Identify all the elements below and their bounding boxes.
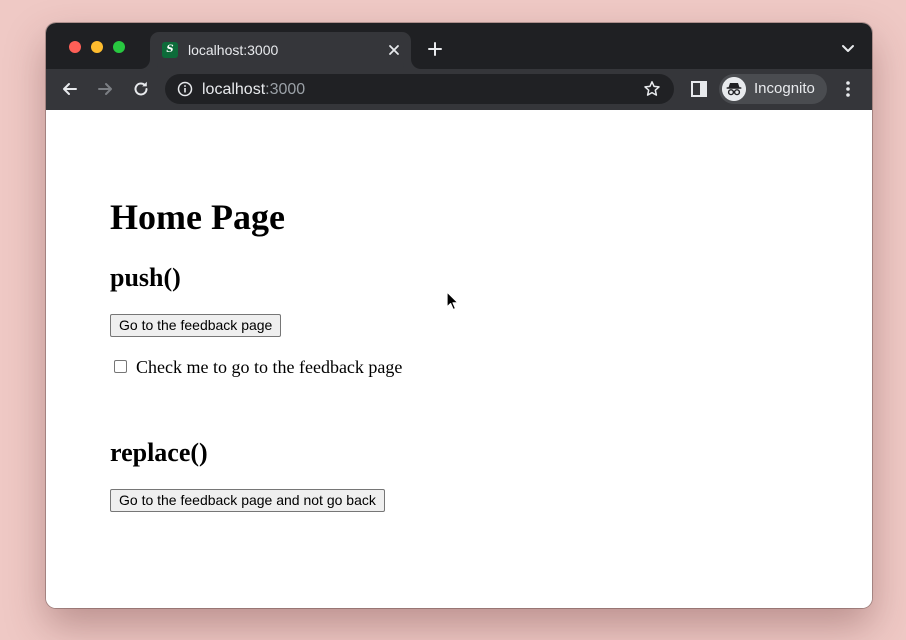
page-content: Home Page push() Go to the feedback page…	[46, 110, 872, 608]
browser-window: S localhost:3000 localhost:3000 Incognit…	[46, 23, 872, 608]
close-icon[interactable]	[387, 43, 401, 57]
tab-localhost[interactable]: S localhost:3000	[150, 32, 411, 69]
kebab-menu-icon[interactable]	[838, 79, 858, 99]
push-feedback-button[interactable]: Go to the feedback page	[110, 314, 282, 337]
url-port: :3000	[265, 81, 306, 98]
replace-heading: replace()	[110, 438, 208, 467]
browser-toolbar: localhost:3000 Incognito	[46, 69, 872, 111]
incognito-profile-button[interactable]: Incognito	[719, 74, 827, 104]
incognito-label: Incognito	[754, 80, 815, 97]
forward-arrow-icon[interactable]	[95, 79, 115, 99]
page-title: Home Page	[110, 197, 285, 237]
star-icon[interactable]	[643, 80, 661, 98]
feedback-checkbox-label[interactable]: Check me to go to the feedback page	[136, 357, 402, 377]
url-text: localhost:3000	[202, 80, 305, 99]
reload-icon[interactable]	[131, 79, 151, 99]
back-arrow-icon[interactable]	[60, 79, 80, 99]
mouse-pointer-icon	[446, 291, 459, 311]
plus-icon[interactable]	[427, 41, 443, 57]
incognito-icon	[722, 77, 746, 101]
chevron-down-icon[interactable]	[841, 44, 855, 54]
info-icon[interactable]	[177, 81, 193, 97]
feedback-checkbox[interactable]	[114, 360, 127, 373]
replace-feedback-button[interactable]: Go to the feedback page and not go back	[110, 489, 385, 512]
maximize-window-button[interactable]	[113, 41, 125, 53]
push-heading: push()	[110, 263, 181, 292]
close-window-button[interactable]	[69, 41, 81, 53]
address-bar[interactable]: localhost:3000	[165, 74, 674, 104]
url-host: localhost	[202, 81, 266, 98]
site-favicon-icon: S	[162, 42, 178, 58]
tab-title: localhost:3000	[188, 42, 279, 58]
tab-strip: S localhost:3000	[46, 23, 872, 69]
side-panel-icon[interactable]	[689, 79, 709, 99]
minimize-window-button[interactable]	[91, 41, 103, 53]
